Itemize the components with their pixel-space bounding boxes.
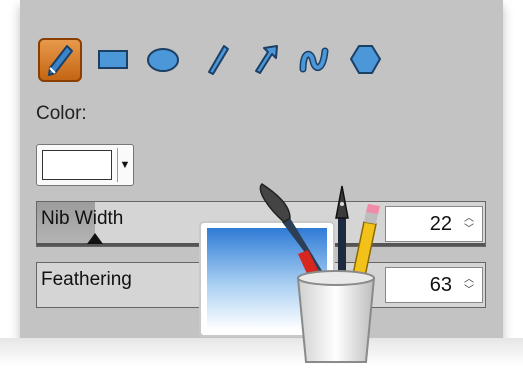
feathering-label: Feathering bbox=[41, 269, 132, 290]
pen-tool-button[interactable] bbox=[38, 38, 82, 82]
chevron-down-icon[interactable]: ▼ bbox=[117, 148, 132, 182]
curve-tool-button[interactable] bbox=[292, 38, 336, 82]
app-logo-icon bbox=[198, 178, 390, 366]
hexagon-icon bbox=[350, 45, 381, 74]
feathering-value: 63 bbox=[429, 273, 452, 296]
rectangle-icon bbox=[98, 50, 128, 69]
feathering-spinbox[interactable]: 63 ︿ ﹀ bbox=[385, 267, 483, 303]
spin-updown-icon[interactable]: ︿ ﹀ bbox=[462, 213, 476, 235]
spin-updown-icon[interactable]: ︿ ﹀ bbox=[462, 274, 476, 296]
nib-width-label: Nib Width bbox=[41, 208, 124, 229]
curve-icon bbox=[299, 47, 329, 73]
nib-width-spinbox[interactable]: 22 ︿ ﹀ bbox=[385, 206, 483, 242]
polygon-tool-button[interactable] bbox=[343, 38, 387, 82]
line-tool-button[interactable] bbox=[196, 38, 240, 82]
rectangle-tool-button[interactable] bbox=[91, 38, 135, 82]
color-label: Color: bbox=[36, 103, 87, 124]
ellipse-icon bbox=[147, 48, 179, 72]
pen-icon bbox=[48, 45, 73, 76]
line-icon bbox=[208, 45, 229, 75]
arrow-tool-button[interactable] bbox=[244, 38, 288, 82]
arrow-icon bbox=[255, 45, 278, 74]
ellipse-tool-button[interactable] bbox=[141, 38, 185, 82]
color-picker-dropdown[interactable]: ▼ bbox=[36, 144, 134, 186]
nib-width-value: 22 bbox=[429, 212, 452, 235]
nib-width-thumb[interactable] bbox=[87, 233, 103, 244]
color-swatch bbox=[42, 150, 112, 180]
